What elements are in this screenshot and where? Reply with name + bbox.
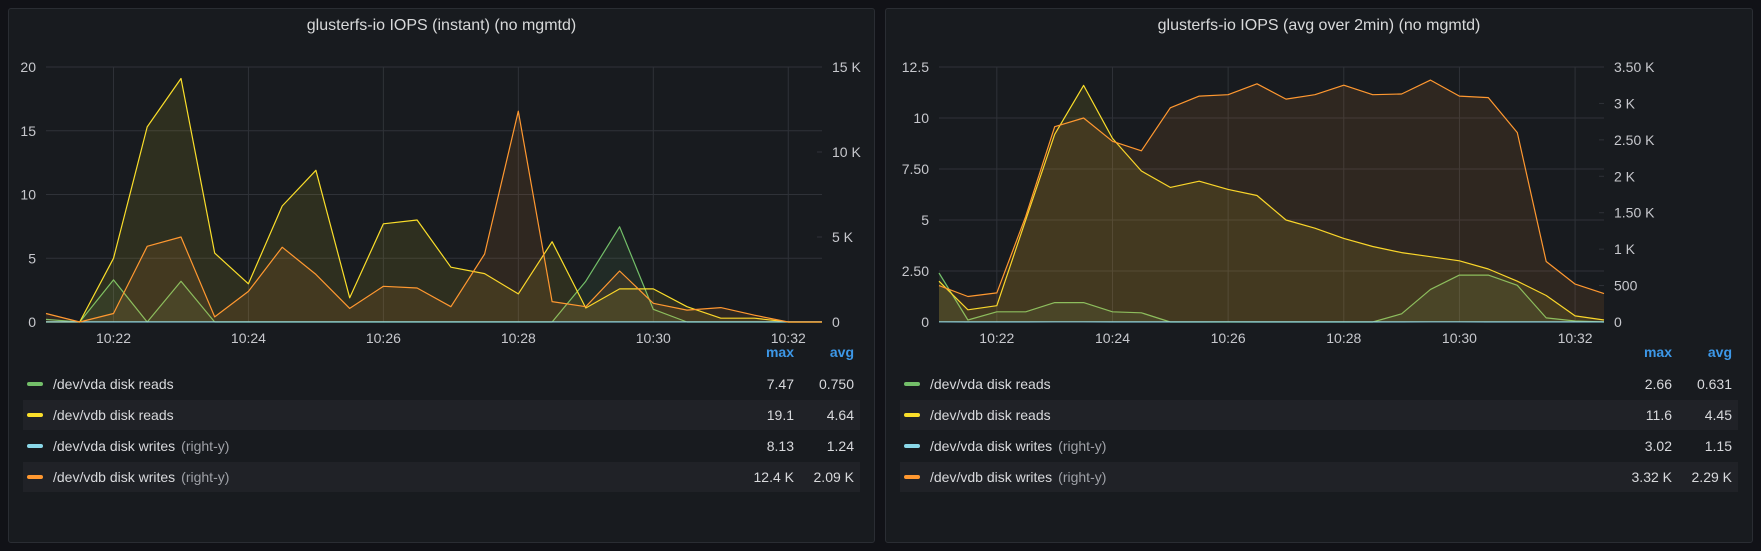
legend-row[interactable]: /dev/vda disk writes (right-y) 3.02 1.15: [900, 431, 1738, 461]
legend-max-value: 12.4 K: [753, 469, 794, 485]
legend-max-value: 8.13: [766, 438, 794, 454]
series-color-swatch: [27, 382, 43, 386]
y-right-tick-label: 1.50 K: [1614, 205, 1655, 221]
legend-header: max avg: [1538, 344, 1738, 366]
y-right-tick-label: 0: [832, 314, 840, 330]
legend-avg-value: 1.24: [826, 438, 854, 454]
y-left-tick-label: 7.50: [902, 161, 929, 177]
y-left-tick-label: 20: [20, 59, 36, 75]
legend-avg-value: 0.631: [1696, 376, 1732, 392]
y-right-tick-label: 2.50 K: [1614, 132, 1655, 148]
legend-series-name: /dev/vda disk writes (right-y): [930, 438, 1107, 454]
legend-series-name: /dev/vdb disk writes (right-y): [53, 469, 230, 485]
y-left-tick-label: 0: [28, 314, 36, 330]
series-color-swatch: [904, 413, 920, 417]
legend-row[interactable]: /dev/vdb disk writes (right-y) 12.4 K 2.0…: [23, 462, 860, 492]
y-left-tick-label: 2.50: [902, 263, 929, 279]
series-color-swatch: [27, 475, 43, 479]
panel-avg-iops: glusterfs-io IOPS (avg over 2min) (no mg…: [885, 8, 1753, 543]
legend-max-value: 19.1: [766, 407, 794, 423]
legend-max-value: 3.02: [1644, 438, 1672, 454]
legend: max avg /dev/vda disk reads 7.47 0.750 /…: [23, 344, 860, 534]
series-color-swatch: [904, 382, 920, 386]
y-right-tick-label: 5 K: [832, 229, 854, 245]
y-right-tick-label: 3 K: [1614, 95, 1636, 111]
y-left-tick-label: 10: [20, 187, 36, 203]
chart-instant-iops: 0510152005 K10 K15 K10:22 10:24 10:26 10:28…: [20, 59, 861, 346]
legend-series-name: /dev/vdb disk writes (right-y): [930, 469, 1107, 485]
legend-avg-value: 0.750: [818, 376, 854, 392]
legend-avg-value: 2.09 K: [813, 469, 854, 485]
legend-row[interactable]: /dev/vda disk reads 7.47 0.750: [23, 369, 860, 399]
legend-row[interactable]: /dev/vdb disk reads 19.1 4.64: [23, 400, 860, 430]
legend-max-value: 7.47: [766, 376, 794, 392]
legend-max-value: 3.32 K: [1631, 469, 1672, 485]
legend-avg-value: 1.15: [1704, 438, 1732, 454]
legend-series-name: /dev/vdb disk reads: [53, 407, 174, 423]
y-right-tick-label: 500: [1614, 278, 1638, 294]
legend-series-name: /dev/vdb disk reads: [930, 407, 1051, 423]
legend-avg-value: 4.45: [1704, 407, 1732, 423]
y-right-tick-label: 10 K: [832, 144, 861, 160]
y-right-tick-label: 1 K: [1614, 241, 1636, 257]
legend-row[interactable]: /dev/vda disk reads 2.66 0.631: [900, 369, 1738, 399]
legend-header-avg[interactable]: avg: [1708, 344, 1732, 360]
legend-header-max[interactable]: max: [1644, 344, 1672, 360]
legend-avg-value: 2.29 K: [1691, 469, 1732, 485]
legend-series-name: /dev/vda disk writes (right-y): [53, 438, 230, 454]
series-color-swatch: [904, 475, 920, 479]
legend-max-value: 11.6: [1645, 407, 1672, 423]
legend-avg-value: 4.64: [826, 407, 854, 423]
legend-header: max avg: [660, 344, 860, 366]
series-color-swatch: [27, 444, 43, 448]
y-left-tick-label: 10: [913, 110, 929, 126]
legend: max avg /dev/vda disk reads 2.66 0.631 /…: [900, 344, 1738, 534]
y-right-tick-label: 0: [1614, 314, 1622, 330]
y-left-tick-label: 0: [921, 314, 929, 330]
panel-instant-iops: glusterfs-io IOPS (instant) (no mgmtd) 0…: [8, 8, 875, 543]
legend-header-avg[interactable]: avg: [830, 344, 854, 360]
legend-series-name: /dev/vda disk reads: [930, 376, 1051, 392]
y-left-tick-label: 5: [921, 212, 929, 228]
y-left-tick-label: 15: [20, 123, 36, 139]
legend-row[interactable]: /dev/vda disk writes (right-y) 8.13 1.24: [23, 431, 860, 461]
y-left-tick-label: 12.5: [902, 59, 929, 75]
y-right-tick-label: 2 K: [1614, 168, 1636, 184]
legend-max-value: 2.66: [1644, 376, 1672, 392]
series-color-swatch: [27, 413, 43, 417]
y-right-tick-label: 15 K: [832, 59, 861, 75]
legend-header-max[interactable]: max: [766, 344, 794, 360]
legend-row[interactable]: /dev/vdb disk reads 11.6 4.45: [900, 400, 1738, 430]
series-color-swatch: [904, 444, 920, 448]
legend-row[interactable]: /dev/vdb disk writes (right-y) 3.32 K 2.2…: [900, 462, 1738, 492]
chart-avg-iops: 0 2.50 5 7.50 10 12.5 0 500 1 K 1.50 K 2 K 2.50 K 3 …: [902, 59, 1655, 346]
y-right-tick-label: 3.50 K: [1614, 59, 1655, 75]
legend-series-name: /dev/vda disk reads: [53, 376, 174, 392]
y-left-tick-label: 5: [28, 250, 36, 266]
